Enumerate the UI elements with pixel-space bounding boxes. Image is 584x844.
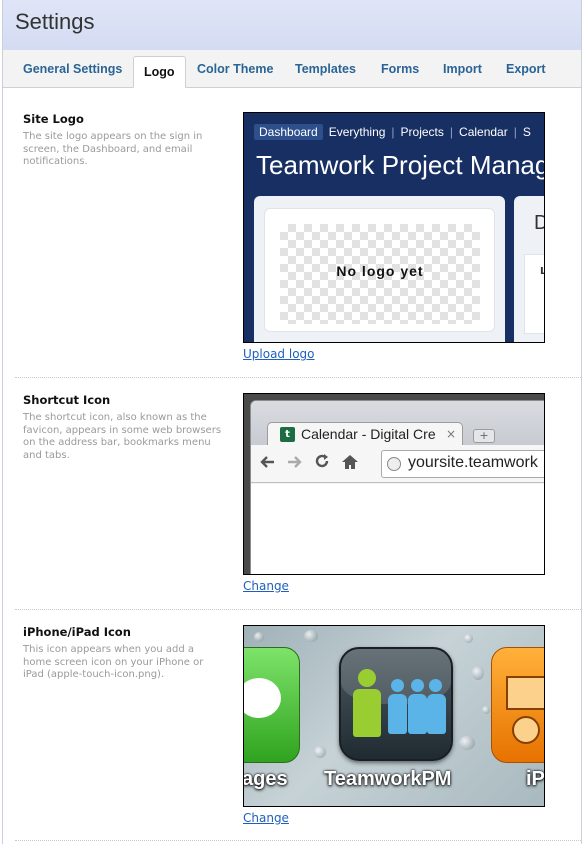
section-divider [15,609,581,610]
preview-nav: Dashboard Everything | Projects | Calend… [254,123,537,140]
browser-page [251,484,544,574]
figure-body-icon [353,689,381,737]
section-divider [15,840,581,841]
preview-nav-dashboard: Dashboard [254,123,323,140]
messages-app-icon [244,647,300,763]
new-tab-icon: + [473,429,495,443]
preview-nav-more: S [522,124,531,139]
water-drop [304,630,318,642]
browser-window: t Calendar - Digital Cre × + yoursite.te… [250,400,544,574]
site-logo-title: Site Logo [23,112,84,126]
home-icon [341,453,359,476]
tab-color-theme[interactable]: Color Theme [197,62,273,76]
ipod-label: iP [526,768,545,790]
shortcut-icon-title: Shortcut Icon [23,393,111,407]
preview-nav-calendar: Calendar [459,124,508,139]
no-logo-placeholder: No logo yet [336,263,424,279]
back-arrow-icon [259,453,277,476]
teamworkpm-label: TeamworkPM [324,768,452,790]
settings-panel: Settings General Settings Logo Color The… [2,0,582,844]
ipod-app-icon [491,647,544,763]
figure-body-icon [427,694,446,734]
figure-head-icon [358,669,376,687]
water-drop [464,634,473,643]
section-divider [15,377,581,378]
preview-brand-title: Teamwork Project Manag [256,150,545,180]
shortcut-icon-preview: t Calendar - Digital Cre × + yoursite.te… [243,393,545,575]
water-drop [254,632,264,642]
tab-export[interactable]: Export [506,62,546,76]
reload-icon [313,453,331,476]
figure-body-icon [388,694,407,734]
iphone-icon-preview: ages TeamworkPM iP [243,625,545,807]
address-bar: yoursite.teamwork [381,450,544,478]
preview-nav-projects: Projects [400,124,444,139]
tab-bar: General Settings Logo Color Theme Templa… [3,50,581,88]
tab-import[interactable]: Import [443,62,482,76]
tab-logo[interactable]: Logo [133,56,186,88]
address-url: yoursite.teamwork [408,454,538,471]
figure-head-icon [391,679,404,692]
browser-tab-title: Calendar - Digital Cre [301,426,436,442]
water-drop [482,706,490,714]
preview-side-letter: D [534,212,544,235]
preview-side-card: D L [514,196,544,342]
upload-logo-link[interactable]: Upload logo [243,347,315,361]
browser-tabstrip: t Calendar - Digital Cre × + [251,401,544,446]
page-title: Settings [15,9,95,34]
tab-forms[interactable]: Forms [381,62,419,76]
iphone-icon-description: This icon appears when you add a home sc… [23,644,204,680]
water-drop [472,666,484,680]
globe-icon [387,457,401,471]
tab-general-settings[interactable]: General Settings [23,62,122,76]
ipod-screen [506,676,544,710]
browser-tab: t Calendar - Digital Cre × [267,422,463,446]
site-logo-preview: Dashboard Everything | Projects | Calend… [243,112,545,343]
browser-toolbar: yoursite.teamwork [251,445,544,483]
figure-head-icon [429,679,442,692]
water-drop [459,736,475,750]
messages-label: ages [243,768,288,790]
forward-arrow-icon [285,453,303,476]
figure-body-icon [408,694,427,734]
tab-templates[interactable]: Templates [295,62,356,76]
preview-nav-everything: Everything [328,124,386,139]
water-drop [314,746,326,758]
site-logo-description: The site logo appears on the sign in scr… [23,131,203,167]
iphone-icon-title: iPhone/iPad Icon [23,625,131,639]
title-bar: Settings [3,0,581,50]
favicon-icon: t [280,427,295,442]
preview-side-small: L [540,266,544,277]
ipod-wheel [512,716,540,744]
change-iphone-icon-link[interactable]: Change [243,811,289,825]
teamworkpm-app-icon [339,647,453,761]
speech-bubble-icon [244,678,281,718]
change-shortcut-icon-link[interactable]: Change [243,579,289,593]
close-icon: × [445,427,456,441]
figure-head-icon [411,679,424,692]
shortcut-icon-description: The shortcut icon, also known as the fav… [23,412,222,461]
